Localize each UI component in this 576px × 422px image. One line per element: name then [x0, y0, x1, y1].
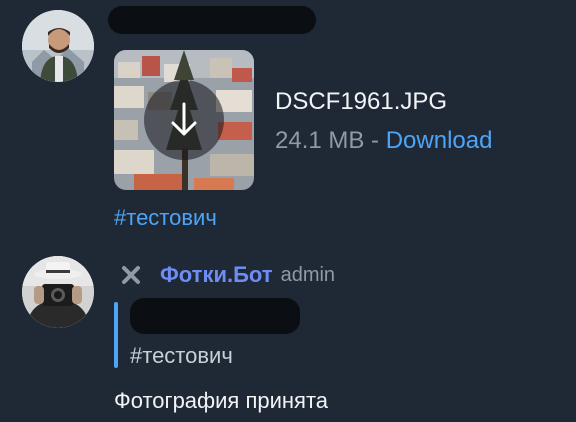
- reply-quote-text[interactable]: #тестович: [130, 343, 233, 369]
- avatar[interactable]: [22, 10, 94, 82]
- download-link[interactable]: Download: [386, 127, 493, 154]
- file-size: 24.1 MB: [275, 127, 365, 154]
- sender-row: Фотки.Бот admin: [120, 261, 335, 289]
- reply-quote-bar: [114, 302, 118, 368]
- download-button[interactable]: [144, 80, 224, 160]
- file-meta-separator: -: [364, 127, 386, 154]
- redacted-sender-name: [108, 6, 316, 34]
- arrow-down-icon: [171, 102, 197, 136]
- bot-avatar-image: [22, 256, 94, 328]
- user-avatar-image: [22, 10, 94, 82]
- redacted-quoted-author: [130, 298, 300, 334]
- sender-name[interactable]: Фотки.Бот: [160, 262, 273, 288]
- file-name: DSCF1961.JPG: [275, 88, 448, 115]
- file-meta: 24.1 MB - Download: [275, 127, 492, 155]
- sender-role: admin: [280, 263, 336, 286]
- message-text: Фотография принята: [114, 388, 329, 413]
- hashtag-link[interactable]: #тестович: [114, 205, 217, 231]
- avatar[interactable]: [22, 256, 94, 328]
- chat-view: DSCF1961.JPG 24.1 MB - Download #тестови…: [0, 0, 576, 422]
- image-thumbnail[interactable]: [114, 50, 254, 190]
- x-icon: [122, 266, 140, 284]
